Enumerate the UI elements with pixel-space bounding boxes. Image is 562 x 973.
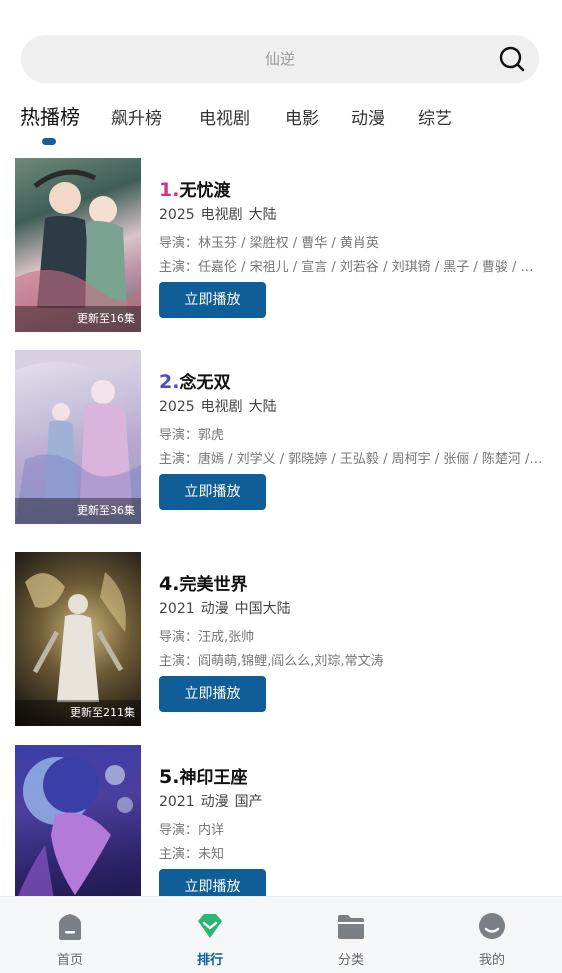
- home-icon: [59, 914, 81, 940]
- region: 大陆: [248, 207, 277, 223]
- show-type: 动漫: [200, 794, 229, 810]
- nav-rank-label: 排行: [196, 953, 223, 968]
- list-item[interactable]: 5.神印王座 2021 动漫 国产 导演：内详 主演：未知 立即播放: [0, 745, 562, 896]
- cast-line: 主演：任嘉伦 / 宋祖儿 / 宣言 / 刘若谷 / 刘琪锜 / 黑子 / 曹骏 …: [159, 260, 543, 275]
- cast-line: 主演：阎萌萌,锦鲤,阎么么,刘琮,常文涛: [159, 654, 384, 669]
- nav-category[interactable]: 分类: [281, 897, 421, 973]
- active-tab-indicator: [42, 138, 56, 145]
- cast-line: 主演：唐嫣 / 刘学义 / 郭晓婷 / 王弘毅 / 周柯宇 / 张俪 / 陈楚河…: [159, 452, 543, 467]
- diamond-icon: [198, 914, 222, 938]
- year: 2021: [159, 794, 195, 810]
- show-title[interactable]: 4.完美世界: [159, 570, 247, 595]
- region: 大陆: [248, 399, 277, 415]
- play-now-button[interactable]: 立即播放: [159, 869, 266, 896]
- search-icon[interactable]: [499, 46, 525, 72]
- play-now-button[interactable]: 立即播放: [159, 474, 266, 510]
- tab-movie[interactable]: 电影: [285, 104, 319, 129]
- poster-art: [18, 757, 133, 896]
- category-tabs: 热播榜 飙升榜 电视剧 电影 动漫 综艺: [0, 98, 562, 148]
- poster-image[interactable]: 更新至36集: [15, 350, 141, 524]
- tab-tv[interactable]: 电视剧: [199, 104, 250, 129]
- nav-mine[interactable]: 我的: [422, 897, 562, 973]
- list-item[interactable]: 更新至36集 2.念无双 2025 电视剧 大陆 导演：郭虎 主演：唐嫣 / 刘学义…: [0, 350, 562, 524]
- search-input[interactable]: 仙逆: [21, 35, 539, 83]
- rank-number: 1.: [159, 179, 180, 201]
- show-type: 电视剧: [200, 207, 243, 223]
- show-title-text: 念无双: [179, 373, 231, 393]
- show-meta: 2021 动漫 国产: [159, 791, 269, 811]
- ranking-list: 更新至16集 1.无忧渡 2025 电视剧 大陆 导演：林玉芬 / 梁胜权 / 曹华…: [0, 158, 562, 896]
- region: 中国大陆: [234, 601, 291, 617]
- profile-icon: [479, 913, 505, 939]
- cast-line: 主演：未知: [159, 847, 225, 862]
- show-type: 电视剧: [200, 399, 243, 415]
- episode-badge: 更新至16集: [15, 306, 141, 332]
- show-title-text: 神印王座: [179, 768, 248, 788]
- poster-image[interactable]: 更新至211集: [15, 552, 141, 726]
- show-title[interactable]: 5.神印王座: [159, 763, 247, 788]
- list-item[interactable]: 更新至16集 1.无忧渡 2025 电视剧 大陆 导演：林玉芬 / 梁胜权 / 曹华…: [0, 158, 562, 332]
- search-placeholder: 仙逆: [264, 50, 295, 68]
- year: 2021: [159, 601, 195, 617]
- director-line: 导演：郭虎: [159, 428, 225, 443]
- show-title-text: 完美世界: [179, 575, 248, 595]
- show-title[interactable]: 1.无忧渡: [159, 176, 230, 201]
- show-title-text: 无忧渡: [179, 181, 231, 201]
- rank-number: 2.: [159, 371, 180, 393]
- show-title[interactable]: 2.念无双: [159, 368, 230, 393]
- tab-rising[interactable]: 飙升榜: [111, 104, 162, 129]
- nav-category-label: 分类: [337, 953, 364, 968]
- director-line: 导演：林玉芬 / 梁胜权 / 曹华 / 黄肖英: [159, 236, 379, 251]
- play-now-button[interactable]: 立即播放: [159, 676, 266, 712]
- rank-number: 5.: [159, 766, 180, 788]
- episode-badge: 更新至36集: [15, 498, 141, 524]
- tab-variety[interactable]: 综艺: [418, 104, 452, 129]
- poster-image[interactable]: [15, 745, 141, 896]
- episode-badge: 更新至211集: [15, 700, 141, 726]
- tab-hot[interactable]: 热播榜: [20, 101, 80, 130]
- director-line: 导演：汪成,张帅: [159, 630, 255, 645]
- show-meta: 2025 电视剧 大陆: [159, 204, 283, 224]
- year: 2025: [159, 207, 195, 223]
- nav-home-label: 首页: [56, 953, 83, 968]
- nav-home[interactable]: 首页: [0, 897, 140, 973]
- show-type: 动漫: [200, 601, 229, 617]
- poster-image[interactable]: 更新至16集: [15, 158, 141, 332]
- nav-mine-label: 我的: [478, 953, 505, 968]
- nav-rank[interactable]: 排行: [140, 897, 280, 973]
- rank-number: 4.: [159, 573, 180, 595]
- play-now-button[interactable]: 立即播放: [159, 282, 266, 318]
- show-meta: 2021 动漫 中国大陆: [159, 598, 297, 618]
- show-meta: 2025 电视剧 大陆: [159, 396, 283, 416]
- director-line: 导演：内详: [159, 823, 225, 838]
- tab-anime[interactable]: 动漫: [351, 104, 385, 129]
- folder-icon: [338, 915, 364, 939]
- bottom-nav: 首页 排行 分类 我的: [0, 896, 562, 973]
- year: 2025: [159, 399, 195, 415]
- region: 国产: [234, 794, 263, 810]
- list-item[interactable]: 更新至211集 4.完美世界 2021 动漫 中国大陆 导演：汪成,张帅 主演：阎萌…: [0, 552, 562, 726]
